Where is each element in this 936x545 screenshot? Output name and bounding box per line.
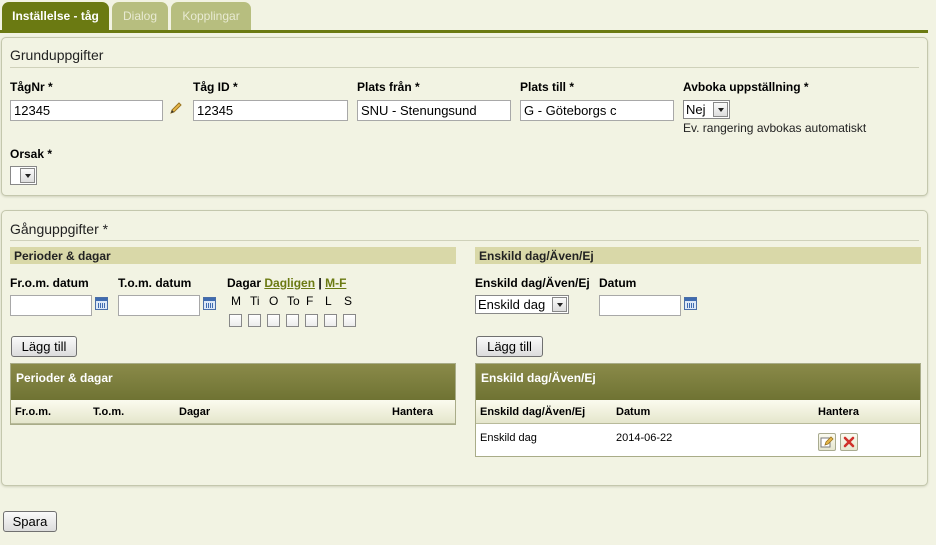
single-date-input[interactable] [599, 295, 681, 316]
to-date-input[interactable] [118, 295, 200, 316]
day-label-l: L [325, 294, 332, 308]
single-date-label: Datum [599, 276, 637, 290]
tab-underline [0, 30, 928, 33]
single-type-value: Enskild dag [478, 297, 546, 312]
day-checkbox-o[interactable] [267, 314, 280, 327]
basic-info-panel: Grunduppgifter TågNr * 12345 Tåg ID * 12… [1, 37, 928, 196]
chevron-down-icon[interactable] [20, 168, 35, 183]
table-row: Enskild dag 2014-06-22 [476, 425, 920, 455]
day-checkbox-f[interactable] [305, 314, 318, 327]
plats-fran-label: Plats från * [357, 80, 420, 94]
orsak-select[interactable] [10, 166, 37, 185]
edit-button[interactable] [818, 433, 836, 451]
plats-till-input[interactable]: G - Göteborgs c [520, 100, 674, 121]
avboka-value: Nej [686, 102, 706, 117]
column-header-from: Fr.o.m. [15, 406, 52, 418]
day-label-m: M [231, 294, 241, 308]
column-header-days: Dagar [179, 406, 211, 418]
to-date-label: T.o.m. datum [118, 276, 192, 290]
days-label-row: Dagar Dagligen | M-F [227, 276, 346, 290]
link-separator: | [318, 276, 322, 290]
save-button[interactable]: Spara [3, 511, 57, 532]
column-header-manage: Hantera [392, 406, 433, 418]
day-checkbox-l[interactable] [324, 314, 337, 327]
single-day-table: Enskild dag/Även/Ej Enskild dag/Även/Ej … [475, 363, 921, 457]
running-info-title: Gånguppgifter * [10, 221, 109, 237]
single-day-table-header: Enskild dag/Även/Ej Datum Hantera [476, 400, 920, 424]
basic-info-title: Grunduppgifter [10, 47, 104, 63]
tab-installelse-tag[interactable]: Inställelse - tåg [2, 2, 109, 31]
day-label-ti: Ti [250, 294, 260, 308]
single-day-table-title: Enskild dag/Även/Ej [476, 364, 920, 400]
column-header-date: Datum [616, 406, 651, 418]
periods-table-title: Perioder & dagar [11, 364, 455, 400]
days-label: Dagar [227, 276, 262, 290]
daily-link[interactable]: Dagligen [264, 276, 315, 290]
day-checkbox-to[interactable] [286, 314, 299, 327]
tagnr-label: TågNr * [10, 80, 53, 94]
day-label-f: F [306, 294, 314, 308]
divider [10, 240, 919, 241]
tag-id-input[interactable]: 12345 [193, 100, 348, 121]
from-date-input[interactable] [10, 295, 92, 316]
pencil-icon [820, 436, 834, 448]
column-header-type: Enskild dag/Även/Ej [480, 406, 586, 418]
plats-till-label: Plats till * [520, 80, 575, 94]
plats-fran-input[interactable]: SNU - Stenungsund [357, 100, 511, 121]
tag-id-label: Tåg ID * [193, 80, 238, 94]
tagnr-input[interactable]: 12345 [10, 100, 163, 121]
add-single-day-button[interactable]: Lägg till [476, 336, 543, 357]
single-type-label: Enskild dag/Även/Ej [475, 276, 590, 290]
calendar-icon[interactable] [95, 297, 108, 310]
day-checkbox-ti[interactable] [248, 314, 261, 327]
column-header-to: T.o.m. [93, 406, 125, 418]
tab-dialog[interactable]: Dialog [112, 2, 168, 31]
avboka-hint: Ev. rangering avbokas automatiskt [683, 121, 867, 135]
day-checkbox-m[interactable] [229, 314, 242, 327]
avboka-label: Avboka uppställning * [683, 80, 809, 94]
column-header-manage: Hantera [818, 406, 859, 418]
single-type-select[interactable]: Enskild dag [475, 295, 569, 314]
calendar-icon[interactable] [203, 297, 216, 310]
divider [10, 67, 919, 68]
chevron-down-icon[interactable] [713, 102, 728, 117]
tab-bar: Inställelse - tåg Dialog Kopplingar [0, 0, 936, 33]
pencil-icon[interactable] [169, 101, 183, 115]
running-info-panel: Gånguppgifter * Perioder & dagar Fr.o.m.… [1, 210, 928, 486]
chevron-down-icon[interactable] [552, 297, 567, 312]
tab-kopplingar[interactable]: Kopplingar [171, 2, 251, 31]
periods-section-header: Perioder & dagar [10, 247, 456, 264]
calendar-icon[interactable] [684, 297, 697, 310]
periods-table-header: Fr.o.m. T.o.m. Dagar Hantera [11, 400, 455, 424]
single-day-section-header: Enskild dag/Även/Ej [475, 247, 921, 264]
add-period-button[interactable]: Lägg till [11, 336, 77, 357]
orsak-label: Orsak * [10, 147, 53, 161]
close-icon [843, 436, 855, 448]
day-checkbox-s[interactable] [343, 314, 356, 327]
from-date-label: Fr.o.m. datum [10, 276, 89, 290]
avboka-select[interactable]: Nej [683, 100, 730, 119]
weekdays-link[interactable]: M-F [325, 276, 346, 290]
periods-table: Perioder & dagar Fr.o.m. T.o.m. Dagar Ha… [10, 363, 456, 425]
delete-button[interactable] [840, 433, 858, 451]
day-label-o: O [269, 294, 279, 308]
day-label-to: To [287, 294, 300, 308]
day-label-s: S [344, 294, 353, 308]
row-date-cell: 2014-06-22 [616, 432, 673, 444]
row-type-cell: Enskild dag [480, 432, 537, 444]
